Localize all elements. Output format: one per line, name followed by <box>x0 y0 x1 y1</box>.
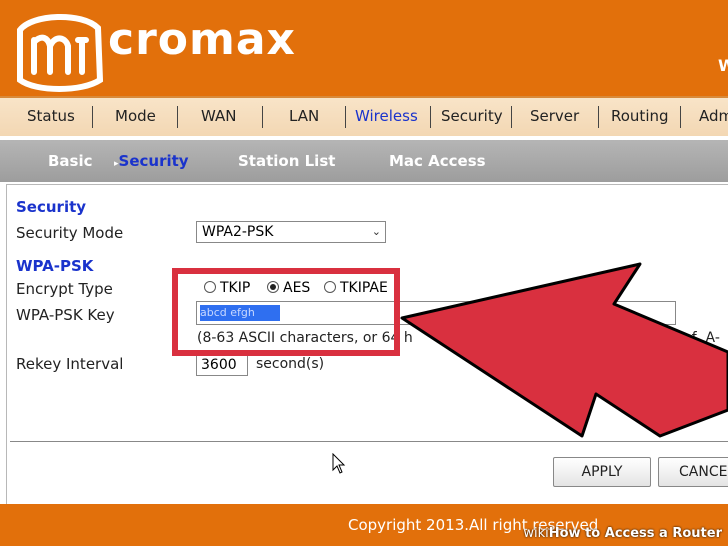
wpa-psk-key-label: WPA-PSK Key <box>16 306 115 324</box>
subnav-item-basic[interactable]: Basic <box>48 152 93 170</box>
radio-tkipaes[interactable] <box>324 281 336 293</box>
mouse-cursor-icon <box>332 453 346 474</box>
key-format-hint-end: 0-9 or a-f, A-F>) <box>632 330 720 362</box>
nav-item-wan[interactable]: WAN <box>201 107 237 125</box>
nav-item-server[interactable]: Server <box>530 107 579 125</box>
rekey-unit-label: second(s) <box>256 356 325 372</box>
subnav-item-mac-access[interactable]: Mac Access <box>389 152 486 170</box>
radio-aes[interactable] <box>267 281 279 293</box>
radio-tkip-label: TKIP <box>220 280 251 296</box>
selected-key-text: abcd efgh <box>200 305 280 321</box>
rekey-interval-input[interactable]: 3600 <box>196 354 248 376</box>
chevron-down-icon: ⌄ <box>371 225 381 238</box>
security-heading: Security <box>16 198 87 216</box>
wpa-psk-key-input[interactable]: abcd efgh <box>196 301 676 325</box>
nav-item-routing[interactable]: Routing <box>611 107 669 125</box>
nav-divider <box>262 106 263 128</box>
wpa-psk-heading: WPA-PSK <box>16 257 94 275</box>
nav-divider <box>680 106 681 128</box>
security-mode-select[interactable]: WPA2-PSK ⌄ <box>196 221 386 243</box>
main-nav: Status Mode WAN LAN Wireless Security Se… <box>0 96 728 136</box>
nav-item-lan[interactable]: LAN <box>289 107 319 125</box>
subnav-item-security-label: Security <box>118 152 189 170</box>
nav-item-mode[interactable]: Mode <box>115 107 156 125</box>
watermark: wikiHow to Access a Router <box>523 526 722 541</box>
micromax-logo-icon <box>17 14 104 92</box>
encrypt-type-label: Encrypt Type <box>16 280 113 298</box>
apply-button[interactable]: APPLY <box>553 457 651 487</box>
subnav-item-station-list[interactable]: Station List <box>238 152 335 170</box>
nav-item-admin[interactable]: Adm <box>699 107 728 125</box>
security-mode-value: WPA2-PSK <box>202 224 274 240</box>
nav-divider <box>177 106 178 128</box>
radio-aes-label: AES <box>283 280 311 296</box>
nav-divider <box>430 106 431 128</box>
nav-divider <box>92 106 93 128</box>
app-header: cromax W <box>0 0 728 96</box>
watermark-prefix: wiki <box>523 526 549 541</box>
radio-tkipaes-label: TKIPAE <box>340 280 388 296</box>
brand-wordmark: cromax <box>108 14 296 65</box>
security-mode-label: Security Mode <box>16 224 124 242</box>
nav-divider <box>511 106 512 128</box>
subnav-item-security[interactable]: ▸Security <box>114 152 189 170</box>
radio-tkip[interactable] <box>204 281 216 293</box>
key-format-hint: (8-63 ASCII characters, or 64 h <box>197 330 413 346</box>
nav-divider <box>598 106 599 128</box>
header-edge-letter: W <box>718 56 728 75</box>
watermark-text: How to Access a Router <box>548 526 722 541</box>
sub-nav: Basic ▸Security Station List Mac Access <box>0 140 728 182</box>
rekey-interval-label: Rekey Interval <box>16 355 124 373</box>
nav-item-status[interactable]: Status <box>27 107 75 125</box>
form-divider <box>10 441 728 442</box>
nav-divider <box>345 106 346 128</box>
nav-item-wireless[interactable]: Wireless <box>355 107 418 125</box>
cancel-button[interactable]: CANCE <box>658 457 728 487</box>
nav-item-security[interactable]: Security <box>441 107 503 125</box>
